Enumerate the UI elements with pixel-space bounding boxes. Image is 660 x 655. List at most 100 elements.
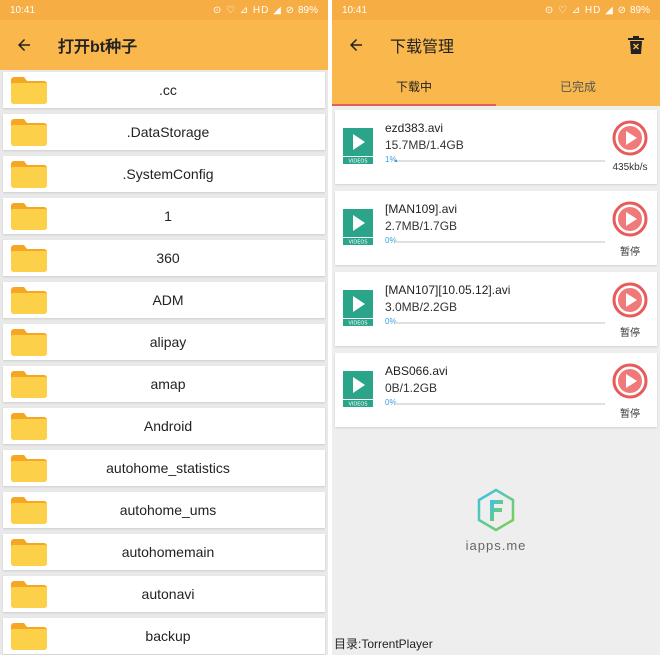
status-time: 10:41 <box>10 4 36 16</box>
watermark-text: iapps.me <box>465 538 527 553</box>
file-name: autonavi <box>141 586 195 602</box>
folder-icon <box>11 160 47 188</box>
watermark-logo-icon <box>477 488 515 532</box>
file-name: .SystemConfig <box>122 166 214 182</box>
folder-icon <box>11 202 47 230</box>
download-controls: 暂停 <box>603 191 657 265</box>
back-arrow-icon[interactable] <box>12 33 36 57</box>
download-info: [MAN107][10.05.12].avi 3.0MB/2.2GB 0% <box>385 272 603 346</box>
app-bar: 打开bt种子 <box>0 20 328 70</box>
folder-icon <box>11 328 47 356</box>
file-row[interactable]: backup <box>3 618 325 654</box>
download-status: 435kb/s <box>612 162 648 173</box>
download-name: [MAN107][10.05.12].avi <box>385 283 511 297</box>
file-row[interactable]: autohome_statistics <box>3 450 325 486</box>
file-row[interactable]: amap <box>3 366 325 402</box>
download-status: 暂停 <box>620 247 640 258</box>
video-file-icon: VIDEOS <box>343 128 373 164</box>
play-circle-icon[interactable] <box>612 120 648 156</box>
download-controls: 暂停 <box>603 353 657 427</box>
folder-icon <box>11 370 47 398</box>
folder-icon <box>11 76 47 104</box>
file-row[interactable]: .DataStorage <box>3 114 325 150</box>
folder-icon <box>11 538 47 566</box>
file-row[interactable]: 1 <box>3 198 325 234</box>
folder-icon <box>11 580 47 608</box>
file-row[interactable]: alipay <box>3 324 325 360</box>
watermark: iapps.me <box>332 488 660 553</box>
svg-text:VIDEOS: VIDEOS <box>348 240 367 246</box>
download-item[interactable]: VIDEOS ABS066.avi 0B/1.2GB 0% 暂停 <box>335 353 657 427</box>
tab-completed[interactable]: 已完成 <box>496 70 660 106</box>
file-row[interactable]: .SystemConfig <box>3 156 325 192</box>
video-file-icon: VIDEOS <box>343 209 373 245</box>
folder-icon <box>11 496 47 524</box>
back-arrow-icon[interactable] <box>344 33 368 57</box>
play-circle-icon[interactable] <box>612 201 648 237</box>
folder-icon <box>11 412 47 440</box>
play-circle-icon[interactable] <box>612 363 648 399</box>
status-icons: ⊙ ♡ ⊿ HD ◢ ⊘ <box>544 4 627 16</box>
download-item[interactable]: VIDEOS ezd383.avi 15.7MB/1.4GB 1% 435kb/s <box>335 110 657 184</box>
download-item[interactable]: VIDEOS [MAN109].avi 2.7MB/1.7GB 0% 暂停 <box>335 191 657 265</box>
download-item[interactable]: VIDEOS [MAN107][10.05.12].avi 3.0MB/2.2GB 0… <box>335 272 657 346</box>
folder-icon <box>11 286 47 314</box>
file-row[interactable]: autonavi <box>3 576 325 612</box>
folder-icon <box>11 118 47 146</box>
download-progress-bar <box>395 160 605 162</box>
download-controls: 435kb/s <box>603 110 657 184</box>
download-size: 3.0MB/2.2GB <box>385 300 458 314</box>
download-status: 暂停 <box>620 328 640 339</box>
download-controls: 暂停 <box>603 272 657 346</box>
download-list: VIDEOS ezd383.avi 15.7MB/1.4GB 1% 435kb/s VID… <box>332 106 660 427</box>
file-name: 1 <box>164 208 172 224</box>
file-row[interactable]: Android <box>3 408 325 444</box>
status-time: 10:41 <box>342 4 368 16</box>
folder-icon <box>11 622 47 650</box>
file-name: .DataStorage <box>126 124 210 140</box>
download-progress-bar <box>395 322 605 324</box>
file-name: Android <box>143 418 193 434</box>
svg-text:VIDEOS: VIDEOS <box>348 159 367 165</box>
download-name: ABS066.avi <box>385 364 448 378</box>
download-progress-bar <box>395 241 605 243</box>
file-name: ADM <box>152 292 184 308</box>
download-name: ezd383.avi <box>385 121 444 135</box>
status-bar: 10:41 ⊙ ♡ ⊿ HD ◢ ⊘ 89% <box>0 0 328 20</box>
play-circle-icon[interactable] <box>612 282 648 318</box>
file-row[interactable]: autohomemain <box>3 534 325 570</box>
svg-text:VIDEOS: VIDEOS <box>348 402 367 408</box>
video-file-icon: VIDEOS <box>343 290 373 326</box>
directory-label: 目录:TorrentPlayer <box>334 637 433 651</box>
download-size: 15.7MB/1.4GB <box>385 138 464 152</box>
file-name: amap <box>150 376 186 392</box>
file-name: .cc <box>159 82 177 98</box>
download-size: 2.7MB/1.7GB <box>385 219 458 233</box>
status-icons: ⊙ ♡ ⊿ HD ◢ ⊘ <box>212 4 295 16</box>
download-progress-bar <box>395 403 605 405</box>
battery-level: 89% <box>629 4 650 16</box>
file-name: autohome_ums <box>119 502 217 518</box>
file-picker-screen: 10:41 ⊙ ♡ ⊿ HD ◢ ⊘ 89% 打开bt种子 .cc .DataSt… <box>0 0 328 655</box>
download-info: ezd383.avi 15.7MB/1.4GB 1% <box>385 110 603 184</box>
page-title: 打开bt种子 <box>58 39 138 56</box>
download-manager-screen: 10:41 ⊙ ♡ ⊿ HD ◢ ⊘ 89% 下载管理 下载中 已完成 VIDE… <box>332 0 660 655</box>
file-row[interactable]: .cc <box>3 72 325 108</box>
trash-icon[interactable] <box>624 33 648 57</box>
file-row[interactable]: autohome_ums <box>3 492 325 528</box>
page-title: 下载管理 <box>390 39 455 56</box>
file-row[interactable]: ADM <box>3 282 325 318</box>
download-size: 0B/1.2GB <box>385 381 438 395</box>
file-row[interactable]: 360 <box>3 240 325 276</box>
status-bar: 10:41 ⊙ ♡ ⊿ HD ◢ ⊘ 89% <box>332 0 660 20</box>
battery-level: 89% <box>297 4 318 16</box>
download-info: ABS066.avi 0B/1.2GB 0% <box>385 353 603 427</box>
tab-downloading[interactable]: 下载中 <box>332 70 496 106</box>
file-name: backup <box>145 628 191 644</box>
folder-icon <box>11 244 47 272</box>
app-bar: 下载管理 <box>332 20 660 70</box>
video-file-icon: VIDEOS <box>343 371 373 407</box>
download-info: [MAN109].avi 2.7MB/1.7GB 0% <box>385 191 603 265</box>
tab-bar: 下载中 已完成 <box>332 70 660 106</box>
download-name: [MAN109].avi <box>385 202 458 216</box>
